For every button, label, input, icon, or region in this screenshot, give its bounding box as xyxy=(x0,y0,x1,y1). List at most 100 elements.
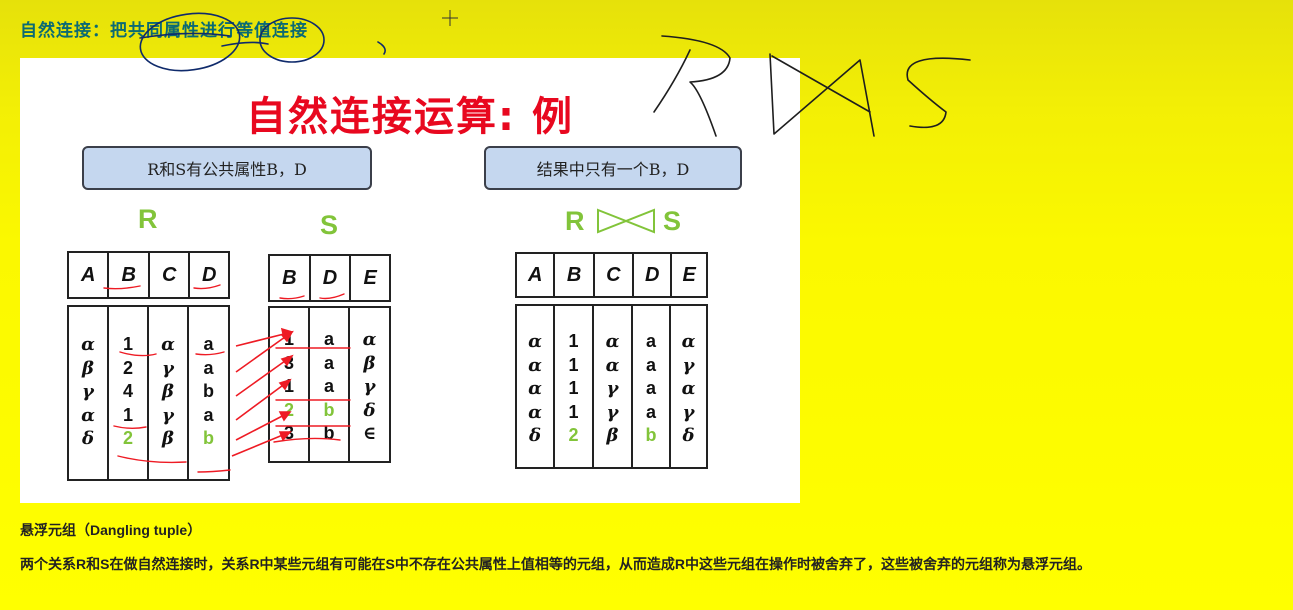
table-cell: 1 xyxy=(568,354,579,375)
table-cell: β xyxy=(606,425,619,446)
table-cell: α xyxy=(681,331,696,352)
table-cell: 1 xyxy=(283,376,294,396)
table-cell: 2 xyxy=(283,399,294,420)
table-result-header: A B C D E xyxy=(515,252,708,298)
table-r-header-cell: C xyxy=(150,253,191,297)
table-s-header: B D E xyxy=(268,254,391,302)
table-cell: a xyxy=(645,378,656,398)
table-result-column: α α γ γ β xyxy=(594,306,633,467)
table-cell: δ xyxy=(363,399,376,421)
table-cell: a xyxy=(203,404,214,425)
table-r-column: 1 2 4 1 2 xyxy=(109,307,149,479)
table-cell: ∈ xyxy=(362,423,377,444)
table-cell: 2 xyxy=(122,357,133,378)
table-cell: 4 xyxy=(122,381,133,401)
table-cell: α xyxy=(681,378,696,399)
table-s-column: α β γ δ ∈ xyxy=(350,308,389,461)
table-cell: β xyxy=(162,381,174,402)
table-cell: γ xyxy=(363,376,376,397)
table-cell: 1 xyxy=(122,404,133,425)
table-cell: b xyxy=(203,381,214,401)
table-cell: 1 xyxy=(568,401,579,422)
table-s-header-cell: E xyxy=(363,266,377,289)
table-cell: α xyxy=(528,354,542,376)
relation-label-r: R xyxy=(138,204,158,234)
table-cell: a xyxy=(645,331,656,351)
table-r-header-cell: A xyxy=(69,253,110,297)
table-cell: 2 xyxy=(122,428,133,448)
table-cell: a xyxy=(323,352,334,373)
table-cell: 1 xyxy=(122,334,133,354)
table-result-body: α α α α δ 1 1 1 1 2 α α γ γ β a a a a b xyxy=(515,304,708,469)
table-s-column: a a a b b xyxy=(310,308,350,461)
table-cell: α xyxy=(528,378,542,399)
table-cell: δ xyxy=(528,425,541,446)
table-cell: a xyxy=(203,334,214,354)
page-heading: 自然连接：把共同属性进行等值连接 xyxy=(20,21,308,41)
table-cell: α xyxy=(605,354,620,376)
table-result-header-cell: A xyxy=(517,254,556,296)
table-result-column: a a a a b xyxy=(633,306,671,467)
table-cell: 1 xyxy=(568,378,579,398)
table-cell: b xyxy=(203,428,214,448)
table-cell: 3 xyxy=(283,423,294,443)
dangling-tuple-title: 悬浮元组（Dangling tuple） xyxy=(20,522,202,538)
table-cell: b xyxy=(323,423,335,443)
heading-underline-annotation xyxy=(221,41,269,47)
table-cell: α xyxy=(362,329,377,350)
table-s-column: 1 3 1 2 3 xyxy=(270,308,310,461)
table-r-column: α γ β γ β xyxy=(149,307,189,479)
table-cell: γ xyxy=(162,404,174,426)
dangling-tuple-description: 两个关系R和S在做自然连接时，关系R中某些元组有可能在S中不存在公共属性上值相等… xyxy=(20,556,1092,572)
join-label-r: R xyxy=(565,206,585,236)
bowtie-join-icon xyxy=(597,208,655,234)
table-cell: γ xyxy=(682,354,695,376)
slide-title: 自然连接运算: 例 xyxy=(246,94,574,140)
table-r-column: a a b a b xyxy=(189,307,228,479)
table-cell: γ xyxy=(682,401,695,423)
table-cell: b xyxy=(645,425,657,445)
table-cell: a xyxy=(645,401,656,422)
table-result-column: α γ α γ δ xyxy=(671,306,706,467)
table-cell: α xyxy=(605,331,620,352)
table-s-header-cell: B xyxy=(270,256,311,300)
table-r-header: A B C D xyxy=(67,251,230,299)
table-s-header-cell: D xyxy=(311,256,352,300)
callout-common-attributes: R和S有公共属性B，D xyxy=(82,146,372,190)
join-label-s: S xyxy=(663,206,682,236)
table-result-header-cell: B xyxy=(555,254,595,296)
table-cell: a xyxy=(323,376,334,396)
table-result-header-cell: C xyxy=(595,254,635,296)
table-s-body: 1 3 1 2 3 a a a b b α β γ δ ∈ xyxy=(268,306,391,463)
table-cell: 1 xyxy=(283,329,294,349)
example-slide: 自然连接运算: 例 R和S有公共属性B，D 结果中只有一个B，D R S R S… xyxy=(20,58,800,503)
table-cell: δ xyxy=(81,428,94,449)
handwritten-s-stroke xyxy=(906,57,971,129)
table-cell: 2 xyxy=(568,425,579,445)
table-cell: δ xyxy=(682,425,695,446)
table-cell: α xyxy=(528,331,542,352)
table-result-header-cell: D xyxy=(634,254,673,296)
table-cell: 1 xyxy=(568,331,579,351)
table-cell: α xyxy=(81,404,95,426)
table-cell: a xyxy=(203,357,214,378)
relation-label-s: S xyxy=(320,210,339,240)
table-cell: β xyxy=(82,357,94,379)
table-cell: α xyxy=(161,334,175,355)
table-r-body: α β γ α δ 1 2 4 1 2 α γ β γ β a a b a b xyxy=(67,305,230,481)
table-cell: 3 xyxy=(283,352,294,373)
table-cell: β xyxy=(363,352,376,374)
table-cell: γ xyxy=(162,357,174,379)
table-cell: α xyxy=(528,401,542,423)
table-cell: a xyxy=(645,354,656,375)
crosshair-cursor-icon xyxy=(442,10,458,26)
callout-result-note: 结果中只有一个B，D xyxy=(484,146,742,190)
table-r-header-cell: D xyxy=(201,263,217,286)
table-r-column: α β γ α δ xyxy=(69,307,109,479)
table-cell: γ xyxy=(82,381,94,402)
table-cell: γ xyxy=(606,378,619,399)
table-cell: γ xyxy=(606,401,619,423)
table-result-header-cell: E xyxy=(682,263,696,286)
table-cell: α xyxy=(81,334,95,355)
heading-tick-annotation xyxy=(377,41,386,55)
